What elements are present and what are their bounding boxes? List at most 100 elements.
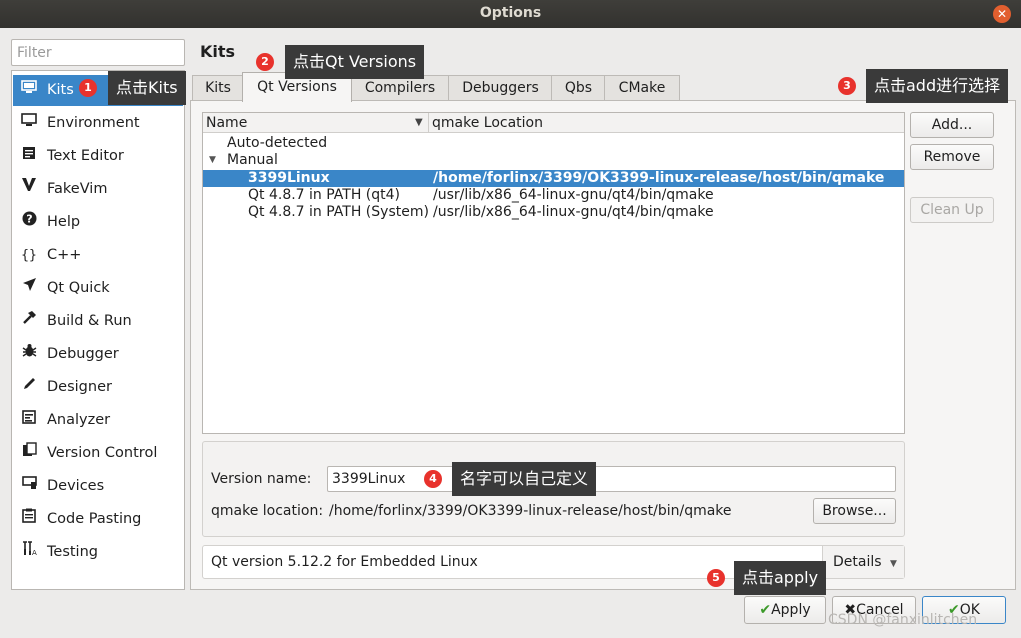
version-name-field[interactable]	[327, 466, 896, 492]
add-button[interactable]: Add...	[910, 112, 994, 138]
annotation-tip-4: 名字可以自己定义	[452, 462, 597, 496]
text-editor-icon	[19, 141, 39, 172]
tab-compilers[interactable]: Compilers	[350, 75, 450, 102]
clean-up-button[interactable]: Clean Up	[910, 197, 994, 223]
qt-version-name: 3399Linux	[248, 170, 330, 186]
sidebar-item-label: Testing	[47, 544, 98, 560]
qmake-location-label: qmake location:	[211, 503, 324, 519]
sidebar-item-label: Debugger	[47, 346, 119, 362]
qmake-location: /usr/lib/x86_64-linux-gnu/qt4/bin/qmake	[433, 204, 714, 220]
sidebar-item-label: Environment	[47, 115, 140, 131]
sidebar-item-label: Devices	[47, 478, 105, 494]
check-icon: ✔	[759, 602, 772, 618]
braces-icon: {}	[21, 248, 37, 263]
sidebar-item-code-pasting[interactable]: Code Pasting	[13, 504, 183, 535]
sidebar-item-label: FakeVim	[47, 181, 108, 197]
details-label: Details	[833, 554, 882, 570]
qt-version-status-text: Qt version 5.12.2 for Embedded Linux	[211, 554, 478, 570]
sidebar-item-qt-quick[interactable]: Qt Quick	[13, 273, 183, 304]
annotation-tip-3: 点击add进行选择	[866, 69, 1009, 103]
tree-group-manual[interactable]: ▼ Manual	[203, 152, 904, 169]
qt-quick-icon	[19, 273, 39, 304]
sidebar-item-version-control[interactable]: Version Control	[13, 438, 183, 469]
sidebar-item-label: Designer	[47, 379, 112, 395]
sidebar-item-label: Qt Quick	[47, 280, 110, 296]
fakevim-icon	[19, 174, 39, 205]
annotation-tip-1: 点击Kits	[108, 71, 186, 105]
testing-icon: A	[19, 537, 39, 568]
column-header-qmake-location[interactable]: qmake Location	[428, 113, 543, 133]
sidebar-item-label: Analyzer	[47, 412, 111, 428]
sidebar-item-label: Code Pasting	[47, 511, 142, 527]
annotation-badge-1: 1	[79, 79, 97, 97]
tree-group-auto-detected[interactable]: Auto-detected	[203, 135, 904, 152]
sidebar-item-label: Kits	[47, 82, 74, 98]
bug-icon	[19, 339, 39, 370]
monitor-kit-icon	[19, 75, 39, 106]
apply-label: Apply	[771, 602, 811, 618]
analyzer-icon	[19, 405, 39, 436]
hammer-icon	[19, 306, 39, 337]
annotation-badge-2: 2	[256, 53, 274, 71]
qt-version-name: Qt 4.8.7 in PATH (System)	[248, 204, 429, 220]
sidebar-item-label: Build & Run	[47, 313, 132, 329]
annotation-tip-5: 点击apply	[734, 561, 827, 595]
qmake-location: /home/forlinx/3399/OK3399-linux-release/…	[433, 170, 885, 186]
version-name-label: Version name:	[211, 471, 312, 487]
filter-input[interactable]	[11, 39, 185, 66]
tab-qbs[interactable]: Qbs	[551, 75, 606, 102]
version-control-icon	[19, 438, 39, 469]
sidebar-item-label: C++	[47, 247, 82, 263]
sidebar-item-devices[interactable]: Devices	[13, 471, 183, 502]
details-button[interactable]: Details ▼	[822, 546, 904, 578]
group-label: Manual	[227, 152, 278, 168]
group-label: Auto-detected	[227, 135, 328, 151]
devices-icon	[19, 471, 39, 502]
sidebar-item-designer[interactable]: Designer	[13, 372, 183, 403]
svg-text:A: A	[32, 549, 37, 556]
sidebar-item-text-editor[interactable]: Text Editor	[13, 141, 183, 172]
tab-debuggers[interactable]: Debuggers	[448, 75, 553, 102]
remove-button[interactable]: Remove	[910, 144, 994, 170]
annotation-tip-2: 点击Qt Versions	[285, 45, 425, 79]
qmake-location-value: /home/forlinx/3399/OK3399-linux-release/…	[329, 503, 732, 519]
table-row[interactable]: Qt 4.8.7 in PATH (System) /usr/lib/x86_6…	[203, 204, 904, 221]
annotation-badge-4: 4	[424, 470, 442, 488]
svg-text:?: ?	[26, 213, 32, 226]
expand-arrow-icon[interactable]: ▼	[209, 152, 216, 169]
help-icon: ?	[19, 207, 39, 238]
apply-button[interactable]: ✔Apply	[744, 596, 826, 624]
qt-version-name: Qt 4.8.7 in PATH (qt4)	[248, 187, 401, 203]
tab-cmake[interactable]: CMake	[604, 75, 680, 102]
sidebar-item-environment[interactable]: Environment	[13, 108, 183, 139]
sidebar-item-label: Version Control	[47, 445, 158, 461]
code-pasting-icon	[19, 504, 39, 535]
sidebar-item-testing[interactable]: A Testing	[13, 537, 183, 568]
sidebar-item-cpp[interactable]: {} C++	[13, 240, 183, 271]
sidebar-item-build-run[interactable]: Build & Run	[13, 306, 183, 337]
page-title: Kits	[200, 42, 236, 61]
sidebar-item-help[interactable]: ? Help	[13, 207, 183, 238]
sort-indicator-icon: ▼	[415, 117, 423, 128]
sidebar-item-fakevim[interactable]: FakeVim	[13, 174, 183, 205]
tab-kits[interactable]: Kits	[192, 75, 244, 102]
table-row[interactable]: Qt 4.8.7 in PATH (qt4) /usr/lib/x86_64-l…	[203, 187, 904, 204]
monitor-icon	[19, 108, 39, 139]
browse-button[interactable]: Browse...	[813, 498, 896, 524]
column-header-name[interactable]: Name	[206, 113, 247, 133]
sidebar-item-label: Text Editor	[47, 148, 124, 164]
annotation-badge-5: 5	[707, 569, 725, 587]
annotation-badge-3: 3	[838, 77, 856, 95]
pen-icon	[19, 372, 39, 403]
sidebar-item-debugger[interactable]: Debugger	[13, 339, 183, 370]
close-icon[interactable]: ✕	[993, 5, 1011, 23]
watermark: CSDN @fanxinlitchen	[828, 612, 978, 628]
sidebar-item-label: Help	[47, 214, 81, 230]
sidebar-item-analyzer[interactable]: Analyzer	[13, 405, 183, 436]
qmake-location: /usr/lib/x86_64-linux-gnu/qt4/bin/qmake	[433, 187, 714, 203]
tree-header: Name ▼ qmake Location	[203, 113, 904, 133]
sidebar: Kits Environment Text Editor FakeVim ? H…	[11, 70, 185, 590]
chevron-down-icon: ▼	[890, 559, 897, 569]
table-row[interactable]: 3399Linux /home/forlinx/3399/OK3399-linu…	[203, 170, 904, 187]
window-title: Options	[479, 5, 542, 21]
